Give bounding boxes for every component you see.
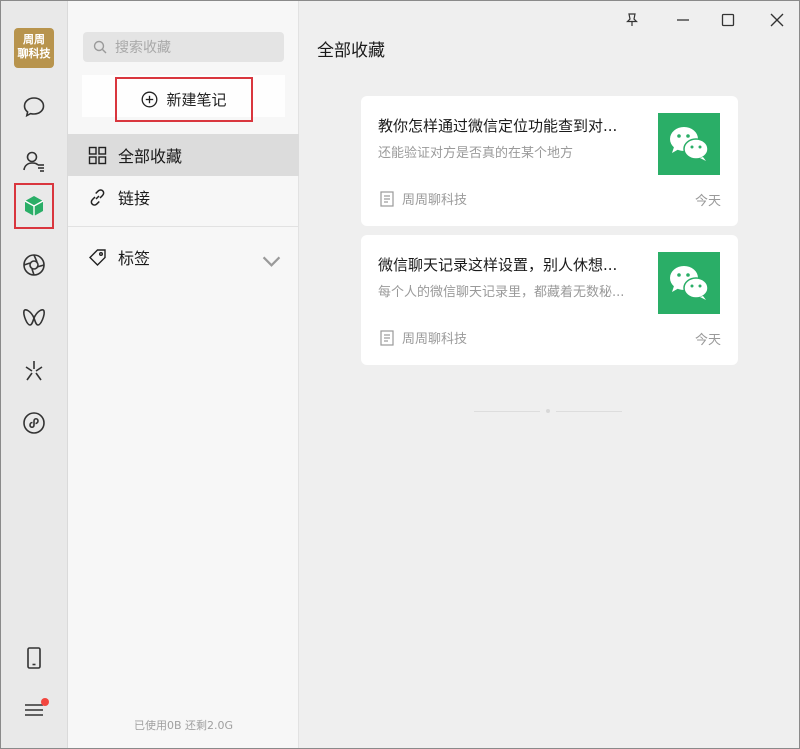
avatar-line-1: 周周 [23, 33, 45, 46]
contacts-icon[interactable] [17, 144, 51, 178]
favorite-card[interactable]: 教你怎样通过微信定位功能查到对... 还能验证对方是否真的在某个地方 周周聊科技… [361, 96, 738, 226]
link-icon [90, 188, 105, 206]
moments-icon[interactable] [17, 248, 51, 282]
sidebar-item-label: 链接 [118, 189, 151, 208]
end-of-list-divider [473, 409, 623, 413]
notification-dot [41, 698, 49, 706]
wechat-logo-icon [658, 252, 720, 314]
card-date: 今天 [694, 333, 721, 348]
new-note-label: 新建笔记 [166, 91, 227, 109]
wechat-logo-icon [658, 113, 720, 175]
page-title: 全部收藏 [317, 41, 385, 61]
card-source: 周周聊科技 [380, 189, 467, 208]
card-description: 还能验证对方是否真的在某个地方 [378, 146, 574, 161]
new-note-button[interactable]: 新建笔记 [115, 77, 253, 122]
avatar-line-2: 聊科技 [17, 47, 51, 60]
sidebar-item-all-favorites[interactable]: 全部收藏 [68, 134, 299, 176]
sidebar-item-links[interactable]: 链接 [68, 176, 299, 218]
sidebar-item-tags[interactable]: 标签 [68, 236, 299, 278]
search-placeholder: 搜索收藏 [115, 40, 171, 56]
document-icon [380, 190, 394, 207]
card-title: 教你怎样通过微信定位功能查到对... [378, 117, 618, 135]
sidebar-item-label: 标签 [118, 249, 151, 268]
avatar[interactable]: 周周 聊科技 [14, 28, 54, 68]
favorites-content: 全部收藏 教你怎样通过微信定位功能查到对... 还能验证对方是否真的在某个地方 … [299, 1, 799, 748]
chat-icon[interactable] [17, 90, 51, 124]
grid-icon [88, 146, 107, 164]
close-icon[interactable] [766, 9, 788, 31]
minimize-icon[interactable] [672, 9, 694, 31]
sidebar-divider [68, 226, 299, 227]
sidebar-item-label: 全部收藏 [118, 147, 183, 166]
app-window: 周周 聊科技 搜索收藏 新建笔记 全部收藏 链接 标签 已使用0B 还剩2.0G… [0, 0, 800, 749]
card-title: 微信聊天记录这样设置，别人休想... [378, 256, 618, 274]
card-description: 每个人的微信聊天记录里，都藏着无数秘... [378, 285, 625, 300]
search-icon [93, 40, 107, 54]
plus-circle-icon [142, 91, 158, 108]
card-source: 周周聊科技 [380, 328, 467, 347]
card-date: 今天 [694, 194, 721, 209]
channels-icon[interactable] [17, 301, 51, 335]
favorites-sidebar: 搜索收藏 新建笔记 全部收藏 链接 标签 已使用0B 还剩2.0G [68, 1, 299, 748]
icon-rail: 周周 聊科技 [1, 1, 68, 748]
search-input[interactable]: 搜索收藏 [83, 32, 284, 62]
document-icon [380, 329, 394, 346]
card-source-name: 周周聊科技 [402, 193, 468, 208]
favorite-card[interactable]: 微信聊天记录这样设置，别人休想... 每个人的微信聊天记录里，都藏着无数秘...… [361, 235, 738, 365]
miniprogram-icon[interactable] [17, 406, 51, 440]
discover-icon[interactable] [17, 354, 51, 388]
pin-icon[interactable] [621, 9, 643, 31]
tag-icon [89, 248, 106, 266]
phone-icon[interactable] [17, 641, 51, 675]
card-source-name: 周周聊科技 [402, 332, 468, 347]
storage-usage: 已使用0B 还剩2.0G [133, 719, 234, 732]
favorites-icon[interactable] [14, 183, 54, 229]
chevron-down-icon[interactable] [262, 251, 281, 270]
maximize-icon[interactable] [717, 9, 739, 31]
